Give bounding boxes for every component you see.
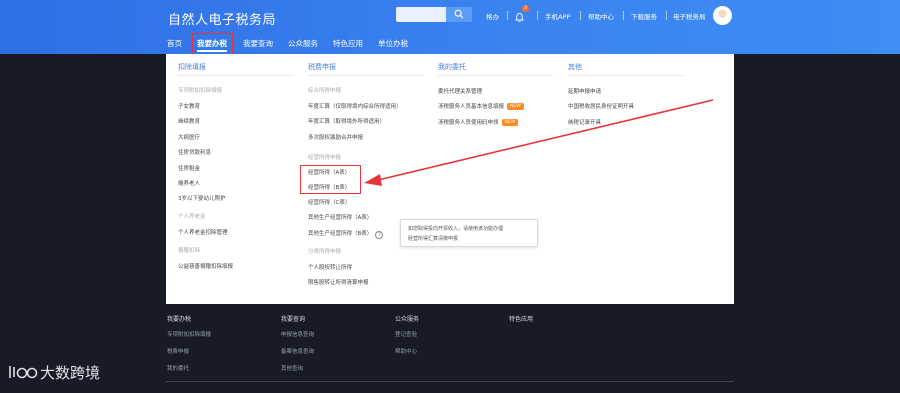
- header-link-tax-bureau[interactable]: 电子税务局: [673, 11, 706, 21]
- menu-item[interactable]: 赡养老人: [178, 179, 200, 187]
- column-divider: [568, 75, 683, 76]
- footer-link[interactable]: 帮助中心: [395, 347, 417, 355]
- divider: [537, 11, 538, 20]
- footer-title: 我要查询: [281, 316, 306, 323]
- highlight-box-business-income: [300, 165, 361, 194]
- header-link-help[interactable]: 格办: [486, 11, 499, 21]
- info-icon[interactable]: ?: [375, 231, 384, 239]
- menu-item[interactable]: 3岁以下婴幼儿照护: [178, 194, 226, 202]
- column-divider: [308, 75, 423, 76]
- menu-item[interactable]: 多次股权激励合并申报: [308, 133, 363, 141]
- menu-item[interactable]: 继续教育: [178, 117, 200, 125]
- divider: [623, 11, 624, 20]
- search-button[interactable]: [446, 7, 472, 22]
- header-link-download[interactable]: 下载服务: [631, 11, 657, 21]
- tooltip: 如您取得投向开票收入，请使用该功能办理 经营所得汇算清缴申报: [400, 219, 538, 247]
- menu-col-title-other[interactable]: 其他: [568, 62, 582, 72]
- menu-col-title-delegation[interactable]: 我的委托: [438, 62, 466, 72]
- new-badge: NEW: [507, 103, 524, 110]
- menu-subhead: 经营所得申报: [308, 155, 342, 161]
- nav-unit-tax[interactable]: 单位办税: [378, 38, 408, 49]
- footer-link[interactable]: 税费申报: [167, 347, 189, 355]
- menu-item-label: 其他生产经营所得（B表）: [308, 231, 373, 237]
- menu-item[interactable]: 其他生产经营所得（A表）: [308, 213, 372, 221]
- menu-item[interactable]: 个人养老金扣除管理: [178, 228, 228, 236]
- menu-item[interactable]: 委托代理关系管理: [438, 87, 482, 95]
- tooltip-line: 如您取得投向开票收入，请使用该功能办理: [408, 226, 504, 232]
- footer-link[interactable]: 申报信息查询: [281, 330, 314, 338]
- avatar[interactable]: [713, 6, 732, 25]
- header-link-mobile-app[interactable]: 手机APP: [545, 11, 570, 21]
- divider: [580, 11, 581, 20]
- tooltip-line: 经营所得汇算清缴申报: [408, 236, 459, 242]
- menu-item[interactable]: 中国税收居民身份证明开具: [568, 102, 634, 110]
- menu-item[interactable]: 延期申报申请: [568, 87, 601, 95]
- footer-link[interactable]: 登记查验: [395, 330, 417, 338]
- footer-title: 特色应用: [509, 316, 534, 323]
- menu-subhead: 分类所得申报: [308, 249, 342, 255]
- menu-item-label: 涉税服务人员使用码申领: [438, 120, 499, 126]
- menu-item[interactable]: 限售股转让所得清算申报: [308, 278, 369, 286]
- menu-item-business-income-c[interactable]: 经营所得（C表）: [308, 198, 350, 206]
- menu-item[interactable]: 涉税服务人员使用码申领 NEW: [438, 118, 519, 126]
- site-logo[interactable]: 自然人电子税务局: [168, 9, 276, 28]
- menu-subhead: 综合所得申报: [308, 88, 342, 94]
- menu-col-title-tax-filing[interactable]: 税费申报: [308, 62, 336, 72]
- new-badge: NEW: [501, 119, 519, 126]
- footer-title: 我要办税: [167, 316, 192, 323]
- nav-home[interactable]: 首页: [167, 38, 182, 49]
- divider: [666, 11, 667, 20]
- menu-item[interactable]: 纳税记录开具: [568, 118, 601, 126]
- divider: [507, 11, 508, 20]
- menu-item[interactable]: 大病医疗: [178, 133, 200, 141]
- notification-badge: 3: [522, 5, 529, 12]
- nav-featured-apps[interactable]: 特色应用: [333, 38, 363, 49]
- menu-item[interactable]: 年度汇算（取得境外所得适用）: [308, 117, 385, 125]
- footer-link[interactable]: 其他查询: [281, 364, 303, 372]
- watermark-logo-icon: [9, 366, 38, 379]
- footer-title: 公众服务: [395, 316, 420, 323]
- menu-col-title-deductions[interactable]: 扣除填报: [178, 62, 206, 72]
- header-link-help-center[interactable]: 帮助中心: [588, 11, 614, 21]
- menu-item[interactable]: 其他生产经营所得（B表）?: [308, 229, 384, 239]
- column-divider: [178, 75, 293, 76]
- menu-item[interactable]: 个人股权转让所得: [308, 263, 352, 271]
- column-divider: [438, 75, 553, 76]
- menu-item[interactable]: 住房贷款利息: [178, 148, 211, 156]
- menu-subhead: 捐赠扣除: [178, 248, 201, 254]
- menu-item[interactable]: 住房租金: [178, 164, 200, 172]
- menu-item[interactable]: 年度汇算（仅取得境内综合所得适用）: [308, 102, 402, 110]
- footer-link[interactable]: 我的委托: [167, 364, 189, 372]
- search-icon: [454, 9, 464, 19]
- highlight-box-nav: [192, 33, 233, 55]
- menu-item[interactable]: 子女教育: [178, 102, 200, 110]
- menu-subhead: 专项附加扣除填报: [178, 88, 223, 94]
- footer-link[interactable]: 备案信息查询: [281, 347, 314, 355]
- menu-subhead: 个人养老金: [178, 214, 206, 220]
- nav-public-service[interactable]: 公众服务: [288, 38, 318, 49]
- footer-divider: [166, 381, 734, 382]
- menu-item[interactable]: 公益慈善捐赠扣除填报: [178, 262, 233, 270]
- watermark-text: 大数跨境: [40, 364, 101, 382]
- nav-query[interactable]: 我要查询: [243, 38, 273, 49]
- menu-item-label: 涉税服务人员基本信息填报: [438, 104, 505, 110]
- menu-item[interactable]: 涉税服务人员基本信息填报 NEW: [438, 102, 524, 110]
- footer-link[interactable]: 专项附加扣除填报: [167, 330, 211, 338]
